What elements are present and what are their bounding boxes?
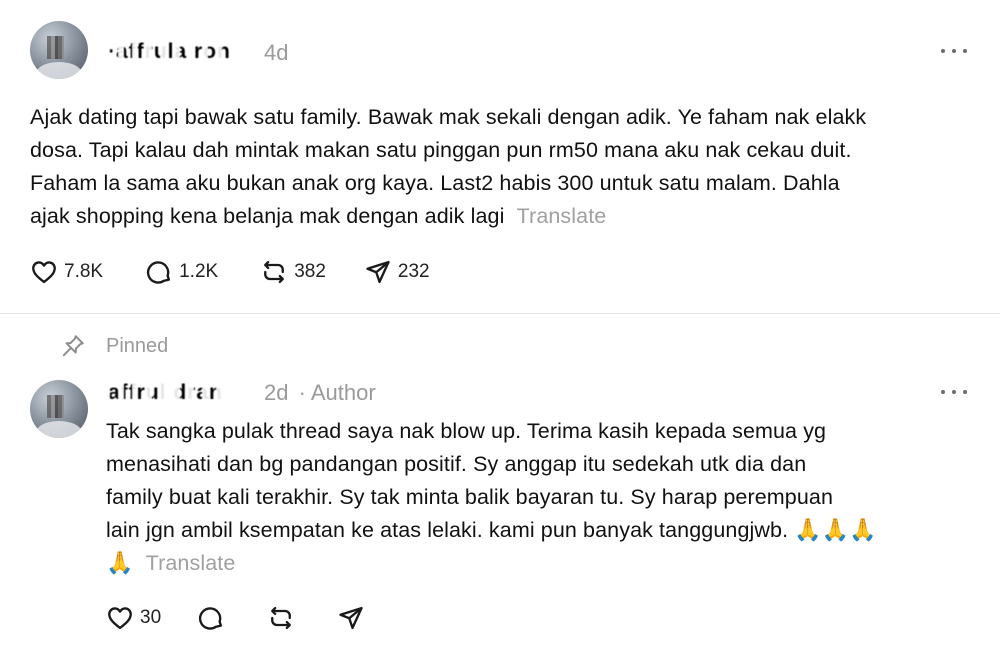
like-button[interactable]: 30 [106,604,161,632]
post-line: ajak shopping kena belanja mak dengan ad… [30,200,980,233]
post-line-text: lain jgn ambil ksempatan ke atas lelaki.… [106,518,789,542]
post-line: dosa. Tapi kalau dah mintak makan satu p… [30,138,852,162]
post-line: menasihati dan bg pandangan positif. Sy … [106,452,807,476]
like-count: 7.8K [64,261,104,282]
heart-icon [32,261,56,284]
avatar[interactable] [30,380,88,438]
share-button[interactable] [337,604,365,632]
post-username[interactable]: ·affrula ron [104,40,235,64]
post-line: Ajak dating tapi bawak satu family. Bawa… [30,105,867,129]
avatar[interactable] [30,21,88,79]
post-time: 4d [264,40,289,65]
comment-icon [147,261,171,284]
post-actions: 7.8K 1.2K 382 232 [30,258,430,286]
reply-count: 1.2K [179,261,219,282]
pin-icon [62,335,84,357]
heart-icon [108,607,132,630]
post-body: Tak sangka pulak thread saya nak blow up… [106,415,986,580]
praying-hands-emoji: 🙏🙏🙏 [794,518,877,543]
share-button[interactable]: 232 [364,258,430,286]
more-icon[interactable] [941,47,967,55]
post-line: Tak sangka pulak thread saya nak blow up… [106,419,827,443]
like-count: 30 [140,607,162,628]
like-button[interactable]: 7.8K [30,258,103,286]
post-time: 2d · Author [264,380,376,406]
more-icon[interactable] [941,388,967,396]
pinned-text: Pinned [106,334,169,357]
author-tag: · Author [298,380,376,405]
post-time-value: 2d [264,380,289,405]
translate-link[interactable]: Translate [517,204,607,228]
post-line: 🙏 Translate [106,547,986,580]
post-line: family buat kali terakhir. Sy tak minta … [106,485,834,509]
comment-icon [199,607,223,630]
praying-hands-emoji: 🙏 [106,551,134,576]
pinned-label: Pinned [60,333,168,359]
repost-button[interactable] [267,604,295,632]
post-line-text: ajak shopping kena belanja mak dengan ad… [30,204,505,228]
post-line: lain jgn ambil ksempatan ke atas lelaki.… [106,514,986,547]
post-username[interactable]: affrul dran [104,381,227,405]
post-line: Faham la sama aku bukan anak org kaya. L… [30,171,840,195]
post-body: Ajak dating tapi bawak satu family. Bawa… [30,101,980,233]
share-icon [366,260,390,284]
divider [0,313,1000,314]
post-actions: 30 [106,604,365,632]
repost-icon [271,606,292,630]
share-count: 232 [397,261,430,282]
repost-button[interactable]: 382 [260,258,326,286]
reply-button[interactable]: 1.2K [145,258,218,286]
share-icon [339,606,363,630]
repost-icon [264,260,285,284]
repost-count: 382 [294,261,326,282]
reply-button[interactable] [197,604,225,632]
translate-link[interactable]: Translate [146,551,236,575]
